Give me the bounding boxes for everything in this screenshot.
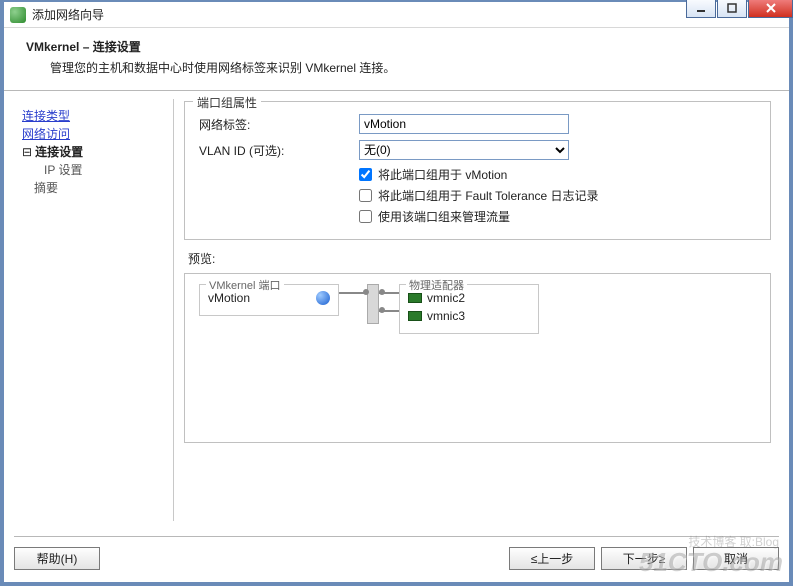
checkbox-mgmt[interactable]: 使用该端口组来管理流量 bbox=[359, 208, 756, 225]
wizard-window: 添加网络向导 VMkernel – 连接设置 管理您的主机和数据中心时使用网络标… bbox=[3, 1, 790, 583]
checkbox-mgmt-input[interactable] bbox=[359, 210, 372, 223]
checkbox-ft-label: 将此端口组用于 Fault Tolerance 日志记录 bbox=[378, 187, 599, 204]
wizard-nav: 连接类型 网络访问 连接设置 IP 设置 摘要 bbox=[4, 99, 174, 521]
checkbox-ft[interactable]: 将此端口组用于 Fault Tolerance 日志记录 bbox=[359, 187, 756, 204]
preview-label: 预览: bbox=[188, 250, 771, 267]
connection-trunk bbox=[339, 284, 399, 324]
content-area: 连接类型 网络访问 连接设置 IP 设置 摘要 端口组属性 网络标签: VLAN… bbox=[4, 91, 789, 521]
checkbox-mgmt-label: 使用该端口组来管理流量 bbox=[378, 208, 510, 225]
port-group-fieldset: 端口组属性 网络标签: VLAN ID (可选): 无(0) 将此端口组用于 v… bbox=[184, 101, 771, 240]
network-label-input[interactable] bbox=[359, 114, 569, 134]
window-title: 添加网络向导 bbox=[32, 6, 104, 23]
nav-step-connection-type[interactable]: 连接类型 bbox=[22, 107, 165, 125]
nav-step-network-access[interactable]: 网络访问 bbox=[22, 125, 165, 143]
nic-item-2: vmnic3 bbox=[408, 307, 530, 325]
physical-adapter-group: 物理适配器 vmnic2 vmnic3 bbox=[399, 284, 539, 334]
minimize-button[interactable] bbox=[686, 0, 716, 18]
row-vlan: VLAN ID (可选): 无(0) bbox=[199, 140, 756, 160]
nav-substep-ip: IP 设置 bbox=[44, 161, 165, 179]
titlebar: 添加网络向导 bbox=[4, 2, 789, 28]
back-button[interactable]: ≤上一步 bbox=[509, 547, 595, 570]
footer-bar: 帮助(H) ≤上一步 下一步≥ 取消 bbox=[14, 536, 779, 570]
checkbox-ft-input[interactable] bbox=[359, 189, 372, 202]
label-network: 网络标签: bbox=[199, 116, 359, 133]
next-button[interactable]: 下一步≥ bbox=[601, 547, 687, 570]
row-network-label: 网络标签: bbox=[199, 114, 756, 134]
header-panel: VMkernel – 连接设置 管理您的主机和数据中心时使用网络标签来识别 VM… bbox=[4, 28, 789, 91]
nic2-label: vmnic3 bbox=[427, 307, 465, 325]
main-panel: 端口组属性 网络标签: VLAN ID (可选): 无(0) 将此端口组用于 v… bbox=[174, 91, 789, 521]
vmkernel-legend: VMkernel 端口 bbox=[206, 277, 284, 293]
page-subtitle: 管理您的主机和数据中心时使用网络标签来识别 VMkernel 连接。 bbox=[50, 59, 771, 76]
network-diagram: VMkernel 端口 vMotion bbox=[199, 284, 756, 334]
nav-step-current: 连接设置 bbox=[22, 143, 165, 161]
nav-step-summary: 摘要 bbox=[34, 179, 165, 197]
vmkernel-group: VMkernel 端口 vMotion bbox=[199, 284, 339, 316]
app-icon bbox=[10, 7, 26, 23]
checkbox-vmotion-label: 将此端口组用于 vMotion bbox=[378, 166, 507, 183]
maximize-button[interactable] bbox=[717, 0, 747, 18]
physical-legend: 物理适配器 bbox=[406, 277, 467, 293]
fieldset-legend: 端口组属性 bbox=[193, 94, 261, 111]
nic-icon bbox=[408, 293, 422, 303]
page-title: VMkernel – 连接设置 bbox=[26, 38, 771, 55]
cancel-button[interactable]: 取消 bbox=[693, 547, 779, 570]
window-controls bbox=[685, 0, 793, 18]
preview-box: VMkernel 端口 vMotion bbox=[184, 273, 771, 443]
help-button[interactable]: 帮助(H) bbox=[14, 547, 100, 570]
label-vlan: VLAN ID (可选): bbox=[199, 142, 359, 159]
checkbox-vmotion-input[interactable] bbox=[359, 168, 372, 181]
checkbox-vmotion[interactable]: 将此端口组用于 vMotion bbox=[359, 166, 756, 183]
vlan-select[interactable]: 无(0) bbox=[359, 140, 569, 160]
nic-icon bbox=[408, 311, 422, 321]
close-button[interactable] bbox=[748, 0, 793, 18]
globe-icon bbox=[316, 291, 330, 305]
